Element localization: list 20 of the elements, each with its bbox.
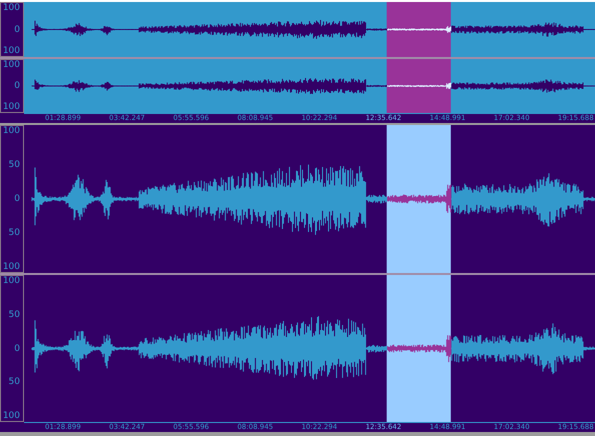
scale-label: 0 bbox=[14, 81, 20, 91]
scale-label: 100 bbox=[2, 60, 20, 70]
scale-label: 100 bbox=[2, 3, 20, 13]
selection-highlight[interactable] bbox=[386, 59, 451, 113]
scale-label: 100 bbox=[2, 262, 20, 272]
scale-label: 0 bbox=[14, 344, 20, 354]
scale-label: 50 bbox=[8, 310, 20, 320]
scale-label: 100 bbox=[2, 46, 20, 56]
selection-highlight[interactable] bbox=[386, 125, 451, 273]
scale-label: 0 bbox=[14, 24, 20, 34]
selection-highlight[interactable] bbox=[386, 2, 451, 57]
scale-label: 100 bbox=[2, 102, 20, 112]
selection-highlight[interactable] bbox=[386, 275, 451, 422]
scale-label: 100 bbox=[2, 276, 20, 286]
scale-label: 0 bbox=[14, 194, 20, 204]
scale-label: 50 bbox=[8, 160, 20, 170]
scale-label: 50 bbox=[8, 228, 20, 238]
scale-label: 100 bbox=[2, 126, 20, 136]
scale-label: 100 bbox=[2, 411, 20, 421]
scale-label: 50 bbox=[8, 377, 20, 388]
